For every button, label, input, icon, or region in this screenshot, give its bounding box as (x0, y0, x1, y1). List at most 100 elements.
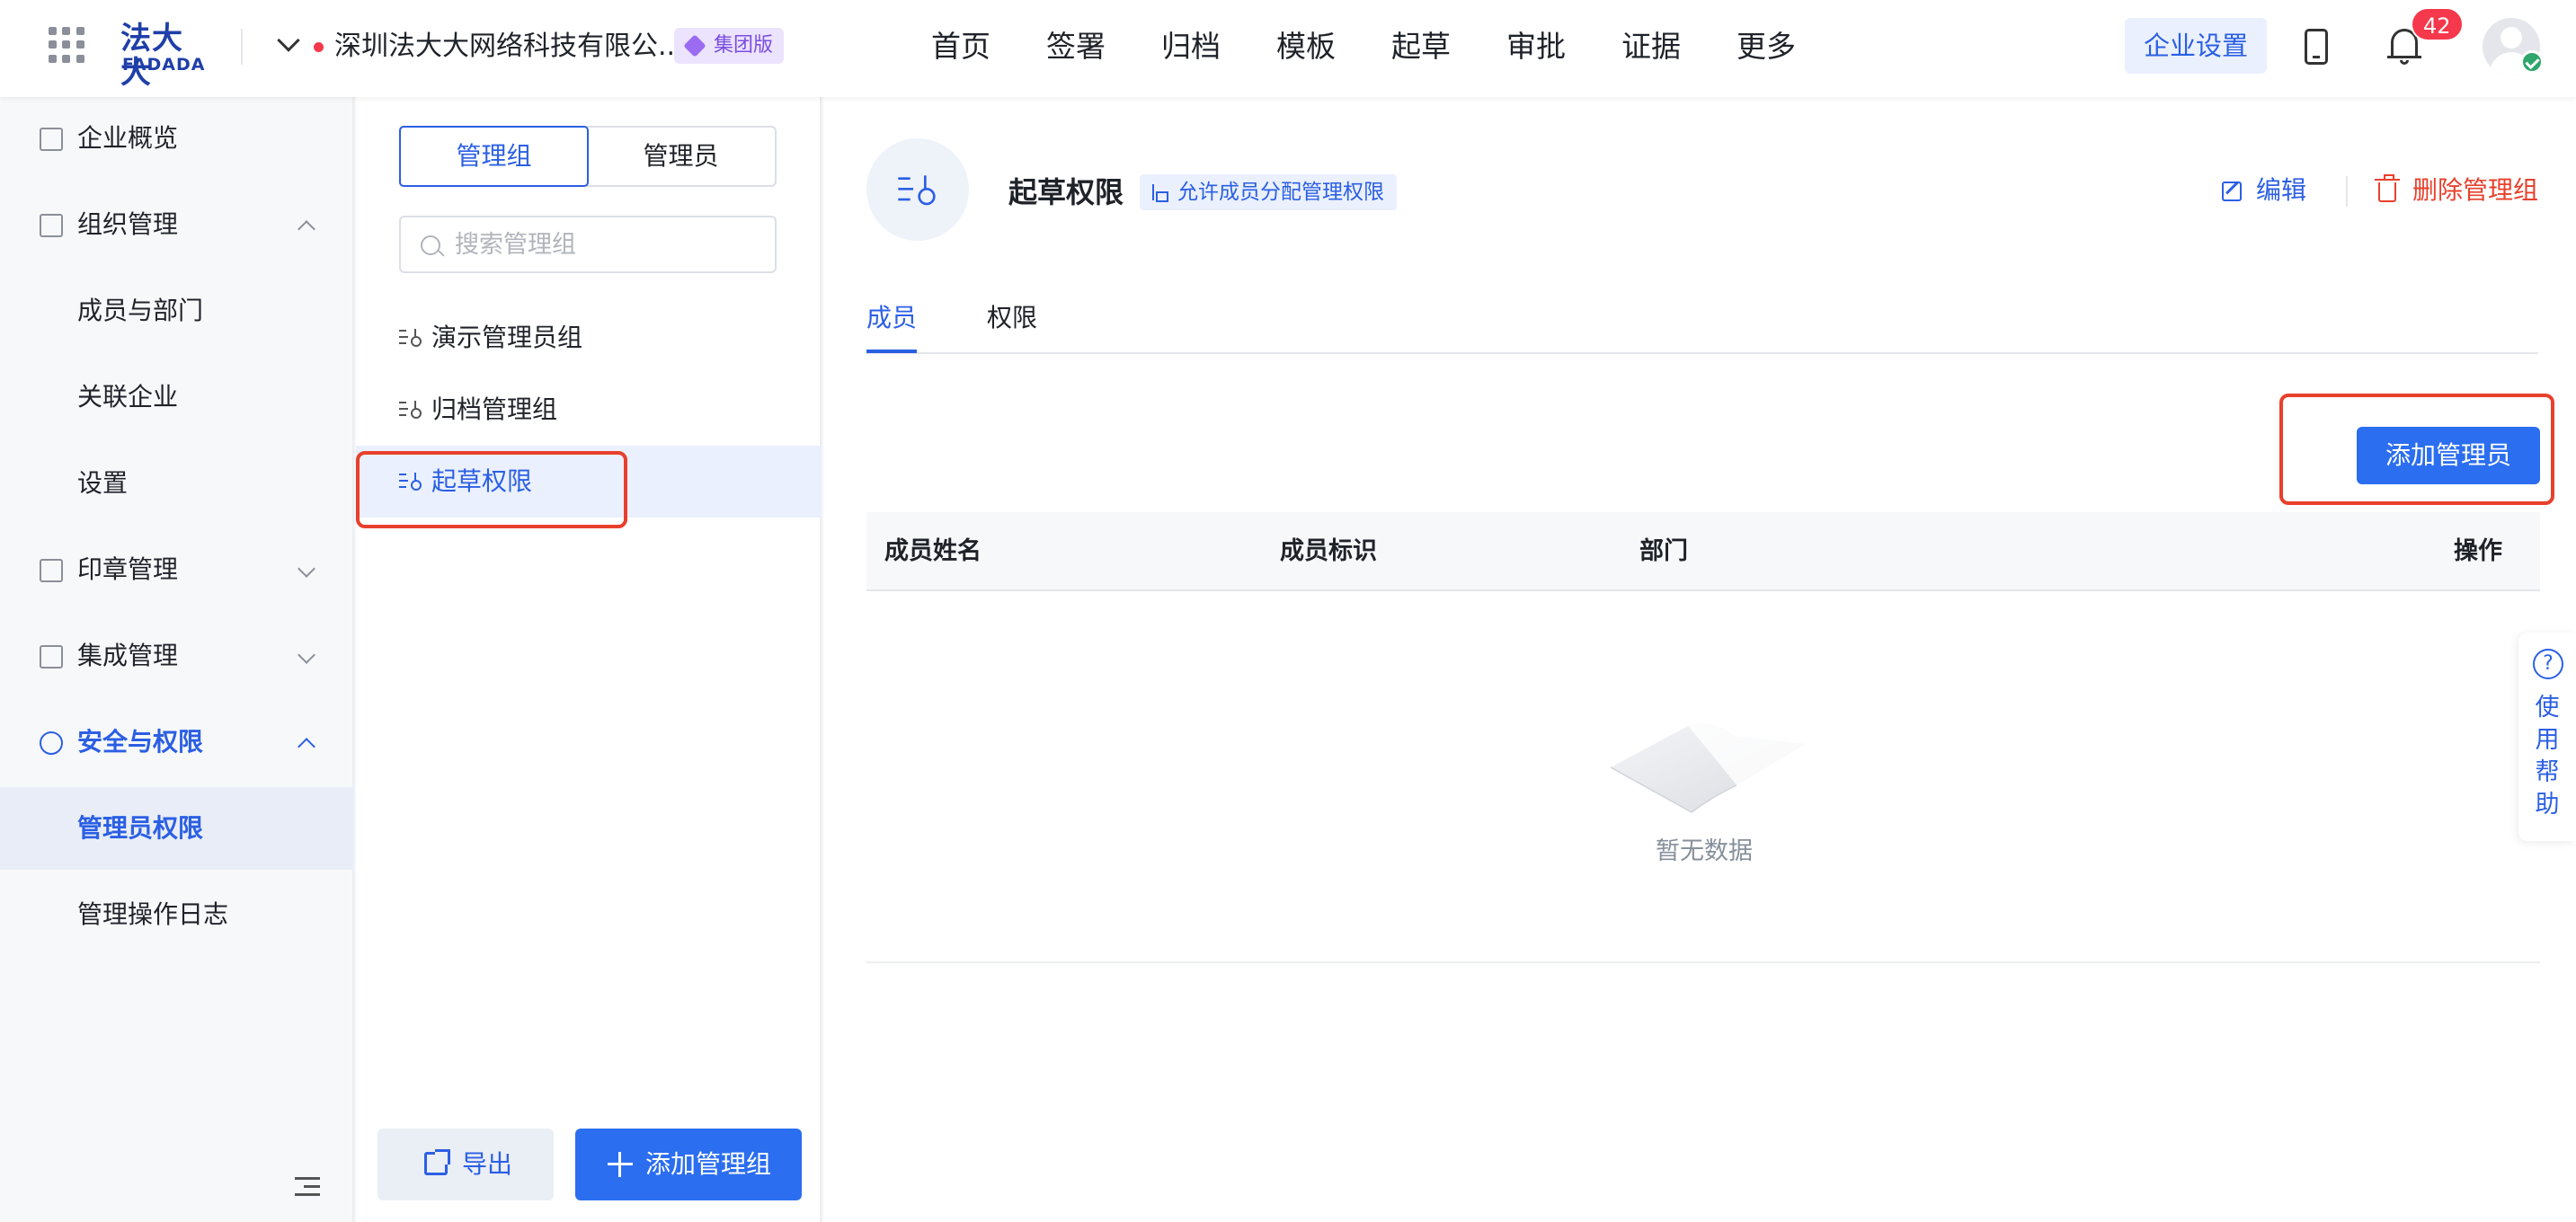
edit-label: 编辑 (2256, 175, 2307, 205)
group-icon (399, 329, 422, 347)
export-label: 导出 (462, 1149, 513, 1179)
sidebar-item-linked-companies[interactable]: 关联企业 (0, 356, 354, 438)
help-widget[interactable]: ? 使用帮助 (2518, 633, 2576, 841)
group-item-label: 演示管理员组 (431, 323, 583, 352)
mobile-icon[interactable] (2305, 29, 2328, 65)
collapse-sidebar-icon[interactable] (295, 1177, 320, 1197)
empty-state-text: 暂无数据 (1656, 837, 1753, 865)
layers-icon (40, 645, 63, 669)
sidebar-item-members[interactable]: 成员与部门 (0, 270, 354, 352)
tab-permissions[interactable]: 权限 (987, 298, 1037, 338)
seal-icon (40, 559, 63, 582)
main-nav: 首页 签署 归档 模板 起草 审批 证据 更多 (931, 27, 1852, 66)
chevron-up-icon (298, 738, 315, 756)
notification-badge: 42 (2411, 7, 2464, 41)
sidebar-item-admin-permissions[interactable]: 管理员权限 (0, 787, 354, 870)
groups-panel: 管理组 管理员 演示管理员组 归档管理组 (356, 97, 822, 1222)
logo[interactable]: 法大大 FADADA (120, 22, 214, 90)
apps-grid-icon[interactable] (49, 27, 84, 63)
nav-approval[interactable]: 审批 (1506, 27, 1621, 66)
nav-draft[interactable]: 起草 (1391, 27, 1506, 66)
permission-tag-label: 允许成员分配管理权限 (1177, 181, 1384, 204)
sidebar-item-label: 组织管理 (77, 209, 179, 239)
export-button[interactable]: 导出 (378, 1129, 554, 1200)
group-detail: 起草权限 允许成员分配管理权限 编辑 删除管理组 成员 权限 添加管理员 成员姓… (823, 97, 2576, 1222)
search-box (399, 216, 777, 273)
sidebar-item-seal[interactable]: 印章管理 (0, 528, 354, 611)
group-item-label: 归档管理组 (431, 394, 558, 424)
sidebar-item-security[interactable]: 安全与权限 (0, 701, 354, 784)
add-group-button[interactable]: 添加管理组 (575, 1129, 802, 1200)
column-actions: 操作 (2454, 537, 2502, 565)
question-icon: ? (2533, 649, 2563, 679)
sidebar-item-org[interactable]: 组织管理 (0, 183, 354, 266)
sidebar-item-settings[interactable]: 设置 (0, 442, 354, 525)
group-icon (399, 401, 422, 419)
group-avatar (866, 138, 969, 241)
group-icon (898, 175, 936, 206)
column-member-id: 成员标识 (1280, 537, 1377, 565)
key-icon (40, 731, 63, 755)
segment-admins[interactable]: 管理员 (587, 128, 775, 185)
nav-archive[interactable]: 归档 (1161, 27, 1276, 66)
chevron-up-icon (298, 220, 315, 238)
permission-tag: 允许成员分配管理权限 (1140, 174, 1397, 210)
enterprise-settings-button[interactable]: 企业设置 (2125, 18, 2267, 74)
tab-members[interactable]: 成员 (866, 298, 917, 338)
header-divider (241, 29, 243, 65)
nav-home[interactable]: 首页 (931, 27, 1046, 66)
column-member-name: 成员姓名 (884, 537, 982, 565)
group-item-archive[interactable]: 归档管理组 (356, 374, 822, 446)
org-switcher[interactable]: 深圳法大大网络科技有限公... (334, 29, 684, 65)
column-department: 部门 (1639, 537, 1688, 565)
sidebar-item-label: 企业概览 (77, 123, 179, 153)
table-header: 成员姓名 成员标识 部门 操作 (866, 512, 2540, 591)
edit-icon (2222, 182, 2242, 201)
nav-evidence[interactable]: 证据 (1621, 27, 1737, 66)
add-admin-button[interactable]: 添加管理员 (2357, 427, 2540, 484)
nav-more[interactable]: 更多 (1737, 27, 1852, 66)
org-icon (40, 214, 63, 237)
segment-groups[interactable]: 管理组 (399, 126, 589, 187)
group-title: 起草权限 (1008, 175, 1124, 209)
group-badge-label: 集团版 (714, 34, 774, 57)
sidebar-item-admin-log[interactable]: 管理操作日志 (0, 873, 354, 956)
chevron-down-icon (298, 560, 315, 578)
delete-label: 删除管理组 (2412, 175, 2539, 205)
help-label: 使用帮助 (2535, 694, 2560, 819)
export-icon (424, 1149, 450, 1175)
sidebar-item-label: 设置 (77, 468, 129, 498)
chevron-down-icon[interactable] (277, 29, 300, 52)
empty-illustration (1610, 722, 1805, 813)
sidebar-item-label: 成员与部门 (77, 296, 204, 325)
trash-icon (2375, 174, 2400, 202)
verified-icon (2520, 50, 2544, 74)
nav-sign[interactable]: 签署 (1046, 27, 1161, 66)
segment-control: 管理组 管理员 (399, 126, 777, 187)
sidebar-item-label: 关联企业 (77, 382, 179, 412)
gem-icon (683, 34, 706, 58)
delete-group-button[interactable]: 删除管理组 (2375, 171, 2538, 210)
dashboard-icon (40, 128, 63, 151)
sidebar-item-overview[interactable]: 企业概览 (0, 97, 354, 180)
sidebar-item-label: 管理操作日志 (77, 899, 229, 929)
action-divider (2346, 176, 2348, 207)
sidebar-item-label: 管理员权限 (77, 813, 204, 843)
tree-icon (1152, 184, 1168, 202)
edit-button[interactable]: 编辑 (2222, 171, 2306, 210)
search-icon (421, 235, 440, 255)
org-status-dot (314, 42, 324, 52)
plus-icon (608, 1152, 633, 1177)
group-item-demo[interactable]: 演示管理员组 (356, 302, 822, 374)
chevron-down-icon (298, 646, 315, 664)
active-tab-indicator (866, 350, 917, 353)
sidebar-item-label: 安全与权限 (77, 727, 204, 757)
search-input[interactable] (455, 226, 760, 262)
sidebar-item-label: 印章管理 (77, 554, 179, 584)
sidebar: 企业概览 组织管理 成员与部门 关联企业 设置 印章管理 集成管理 安全与权限 … (0, 97, 354, 1222)
nav-template[interactable]: 模板 (1276, 27, 1391, 66)
sidebar-item-label: 集成管理 (77, 641, 179, 670)
group-edition-badge: 集团版 (674, 28, 785, 64)
sidebar-item-integration[interactable]: 集成管理 (0, 615, 354, 697)
add-group-label: 添加管理组 (645, 1149, 772, 1179)
